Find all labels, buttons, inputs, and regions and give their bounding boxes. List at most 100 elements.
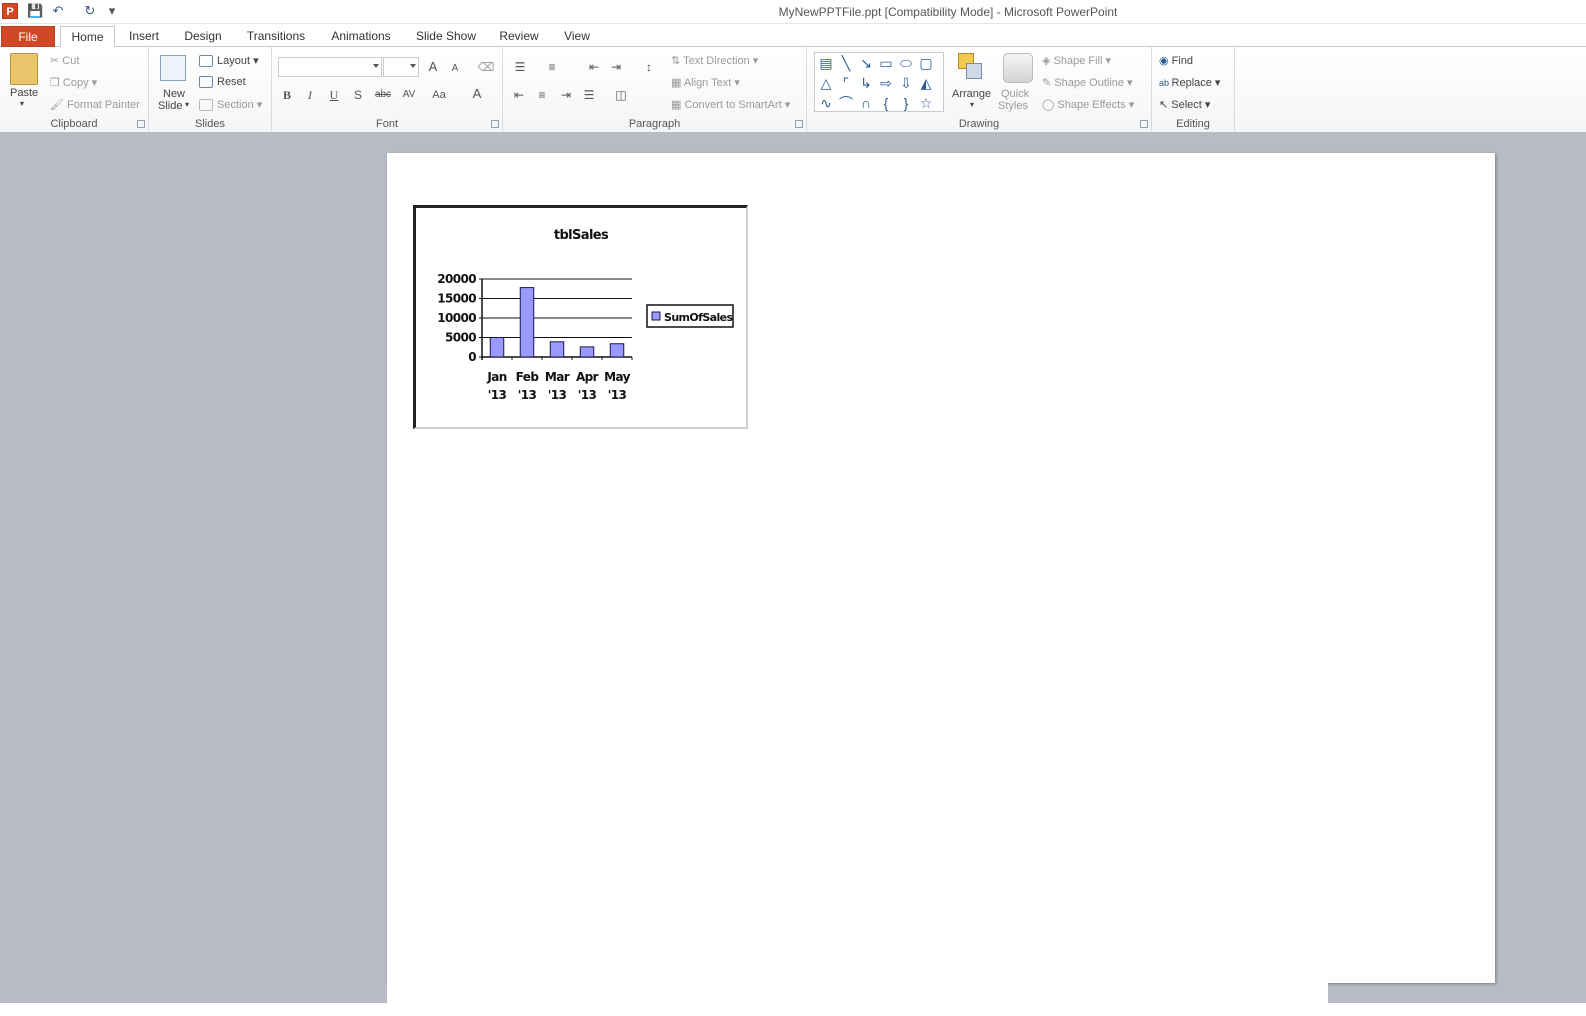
decrease-indent-icon[interactable]: ⇤	[585, 58, 603, 76]
paragraph-group-label: Paragraph	[628, 118, 681, 130]
binoculars-icon: ◉	[1159, 55, 1172, 67]
find-button[interactable]: ◉ Find	[1159, 54, 1193, 67]
freeform-shape-icon[interactable]: ◭	[917, 74, 935, 92]
chart-x-tick-label: '13	[608, 388, 627, 402]
tab-animations[interactable]: Animations	[326, 26, 396, 48]
convert-smartart-button[interactable]: ▦ Convert to SmartArt ▾	[671, 98, 790, 111]
align-center-icon[interactable]: ≡	[533, 86, 551, 104]
paste-button[interactable]: Paste	[10, 87, 38, 99]
embedded-chart-object[interactable]: tblSales 20000 15000 10000 5000 0 Jan '13 Feb '…	[413, 205, 748, 429]
smartart-icon: ▦	[671, 99, 685, 111]
paste-icon[interactable]	[10, 53, 38, 85]
font-size-combo[interactable]	[383, 57, 419, 77]
quick-styles-icon[interactable]	[1003, 53, 1033, 83]
rectangle-shape-icon[interactable]: ▭	[877, 54, 895, 72]
new-slide-dropdown-icon[interactable]: ▾	[185, 100, 189, 109]
reset-button[interactable]: Reset	[199, 76, 246, 89]
tab-view[interactable]: View	[560, 26, 594, 48]
bold-button[interactable]: B	[278, 86, 296, 104]
cut-button[interactable]: ✂ Cut	[50, 54, 79, 67]
arrow-line-shape-icon[interactable]: ↘	[857, 54, 875, 72]
arrange-icon[interactable]	[958, 53, 984, 83]
oval-shape-icon[interactable]: ⬭	[897, 54, 915, 72]
bullets-icon[interactable]: ☰	[511, 58, 529, 76]
text-direction-icon: ⇅	[671, 55, 684, 67]
tab-transitions[interactable]: Transitions	[243, 26, 309, 48]
quick-styles-label-2[interactable]: Styles	[998, 100, 1028, 112]
chart-legend[interactable]: SumOfSales	[646, 304, 734, 328]
copy-button[interactable]: ❐ Copy ▾	[50, 76, 97, 89]
font-dialog-launcher[interactable]	[491, 120, 499, 128]
down-arrow-shape-icon[interactable]: ⇩	[897, 74, 915, 92]
shrink-font-button[interactable]: A	[446, 60, 464, 78]
align-right-icon[interactable]: ⇥	[557, 86, 575, 104]
left-brace-shape-icon[interactable]: {	[877, 94, 895, 112]
shape-effects-button[interactable]: ◯ Shape Effects ▾	[1042, 98, 1134, 111]
change-case-button[interactable]: Aa	[427, 86, 451, 104]
chart-bar	[519, 287, 535, 358]
arc-shape-icon[interactable]: ⌒	[837, 94, 855, 112]
chart-bar	[549, 341, 565, 358]
replace-button[interactable]: ab Replace ▾	[1159, 76, 1220, 89]
new-slide-label-2[interactable]: Slide	[158, 100, 182, 112]
shape-outline-icon: ✎	[1042, 77, 1055, 89]
justify-icon[interactable]: ☰	[580, 86, 598, 104]
layout-icon	[199, 55, 213, 68]
new-slide-label-1[interactable]: New	[163, 88, 185, 100]
select-button[interactable]: ↖ Select ▾	[1159, 98, 1210, 111]
columns-icon[interactable]: ◫	[612, 86, 630, 104]
shape-fill-button[interactable]: ◈ Shape Fill ▾	[1042, 54, 1111, 67]
star-shape-icon[interactable]: ☆	[917, 94, 935, 112]
shapes-gallery[interactable]: ▤ ╲ ↘ ▭ ⬭ ▢ △ ⌜ ↳ ⇨ ⇩ ◭ ∿ ⌒ ∩ { } ☆	[814, 52, 944, 112]
arrange-button[interactable]: Arrange	[952, 88, 991, 100]
grow-font-button[interactable]: A	[424, 58, 442, 76]
chart-title: tblSales	[554, 228, 609, 243]
new-slide-icon[interactable]	[160, 55, 186, 81]
legend-series-label: SumOfSales	[664, 311, 734, 324]
shape-outline-button[interactable]: ✎ Shape Outline ▾	[1042, 76, 1133, 89]
tab-design[interactable]: Design	[180, 26, 226, 48]
align-left-icon[interactable]: ⇤	[510, 86, 528, 104]
section-button[interactable]: Section ▾	[199, 98, 262, 112]
text-box-shape-icon[interactable]: ▤	[817, 54, 835, 72]
tab-slide-show[interactable]: Slide Show	[412, 26, 480, 48]
text-direction-button[interactable]: ⇅ Text Direction ▾	[671, 54, 758, 67]
increase-indent-icon[interactable]: ⇥	[607, 58, 625, 76]
elbow-connector-shape-icon[interactable]: ⌜	[837, 74, 855, 92]
tab-insert[interactable]: Insert	[123, 26, 165, 48]
font-name-combo[interactable]	[278, 57, 382, 77]
scribble-shape-icon[interactable]: ∿	[817, 94, 835, 112]
layout-button[interactable]: Layout ▾	[199, 54, 259, 68]
clipboard-group-label: Clipboard	[50, 118, 98, 130]
align-text-button[interactable]: ▦ Align Text ▾	[671, 76, 740, 89]
line-spacing-icon[interactable]: ↕	[640, 58, 658, 76]
tab-review[interactable]: Review	[497, 26, 541, 48]
curve-shape-icon[interactable]: ∩	[857, 94, 875, 112]
rounded-rectangle-shape-icon[interactable]: ▢	[917, 54, 935, 72]
strikethrough-button[interactable]: abc	[371, 86, 395, 104]
format-painter-button[interactable]: 🖌 Format Painter	[50, 98, 140, 111]
clear-formatting-icon[interactable]: ⌫	[477, 58, 495, 76]
numbering-icon[interactable]: ≡	[543, 58, 561, 76]
italic-button[interactable]: I	[301, 86, 319, 104]
right-brace-shape-icon[interactable]: }	[897, 94, 915, 112]
arrange-dropdown-icon[interactable]: ▾	[970, 100, 974, 109]
character-spacing-button[interactable]: AV	[397, 86, 421, 104]
tab-file[interactable]: File	[1, 26, 55, 47]
font-color-button[interactable]: A	[468, 85, 486, 103]
paste-dropdown-icon[interactable]: ▾	[20, 99, 24, 108]
align-text-icon: ▦	[671, 77, 684, 89]
underline-button[interactable]: U	[325, 86, 343, 104]
line-shape-icon[interactable]: ╲	[837, 54, 855, 72]
drawing-dialog-launcher[interactable]	[1140, 120, 1148, 128]
text-shadow-button[interactable]: S	[349, 86, 367, 104]
editing-group-label: Editing	[1176, 118, 1210, 130]
clipboard-dialog-launcher[interactable]	[137, 120, 145, 128]
elbow-arrow-shape-icon[interactable]: ↳	[857, 74, 875, 92]
right-arrow-shape-icon[interactable]: ⇨	[877, 74, 895, 92]
quick-styles-label-1[interactable]: Quick	[1001, 88, 1029, 100]
triangle-shape-icon[interactable]: △	[817, 74, 835, 92]
chart-x-tick-label: Mar	[545, 370, 570, 384]
paragraph-dialog-launcher[interactable]	[795, 120, 803, 128]
tab-home[interactable]: Home	[60, 26, 115, 49]
